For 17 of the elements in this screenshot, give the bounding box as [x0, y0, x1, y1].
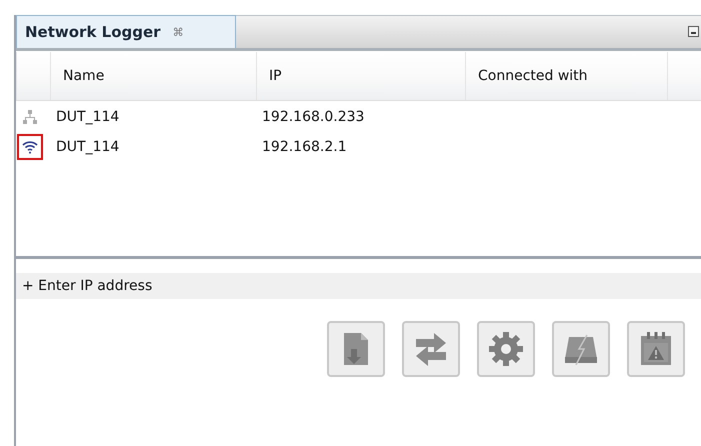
gear-icon — [488, 331, 524, 367]
table-cell: 192.168.2.1 — [262, 139, 347, 155]
download-icon — [341, 331, 371, 367]
table-cell: DUT_114 — [56, 109, 120, 125]
calendar-warning-icon — [639, 331, 673, 367]
swap-arrows-icon — [413, 332, 449, 366]
add-ip-link[interactable]: + Enter IP address — [22, 278, 152, 294]
close-icon[interactable]: ⌘ — [172, 26, 184, 38]
drive-icon — [563, 333, 599, 365]
table-cell: DUT_114 — [56, 139, 120, 155]
column-header[interactable]: IP — [269, 68, 282, 84]
column-header[interactable]: Name — [63, 68, 104, 84]
column-header[interactable]: Connected with — [478, 68, 588, 84]
tab-title: Network Logger — [25, 23, 161, 41]
minimize-icon[interactable] — [688, 26, 699, 37]
panel-tab[interactable]: Network Logger ⌘ — [16, 15, 236, 48]
table-cell: 192.168.0.233 — [262, 109, 364, 125]
